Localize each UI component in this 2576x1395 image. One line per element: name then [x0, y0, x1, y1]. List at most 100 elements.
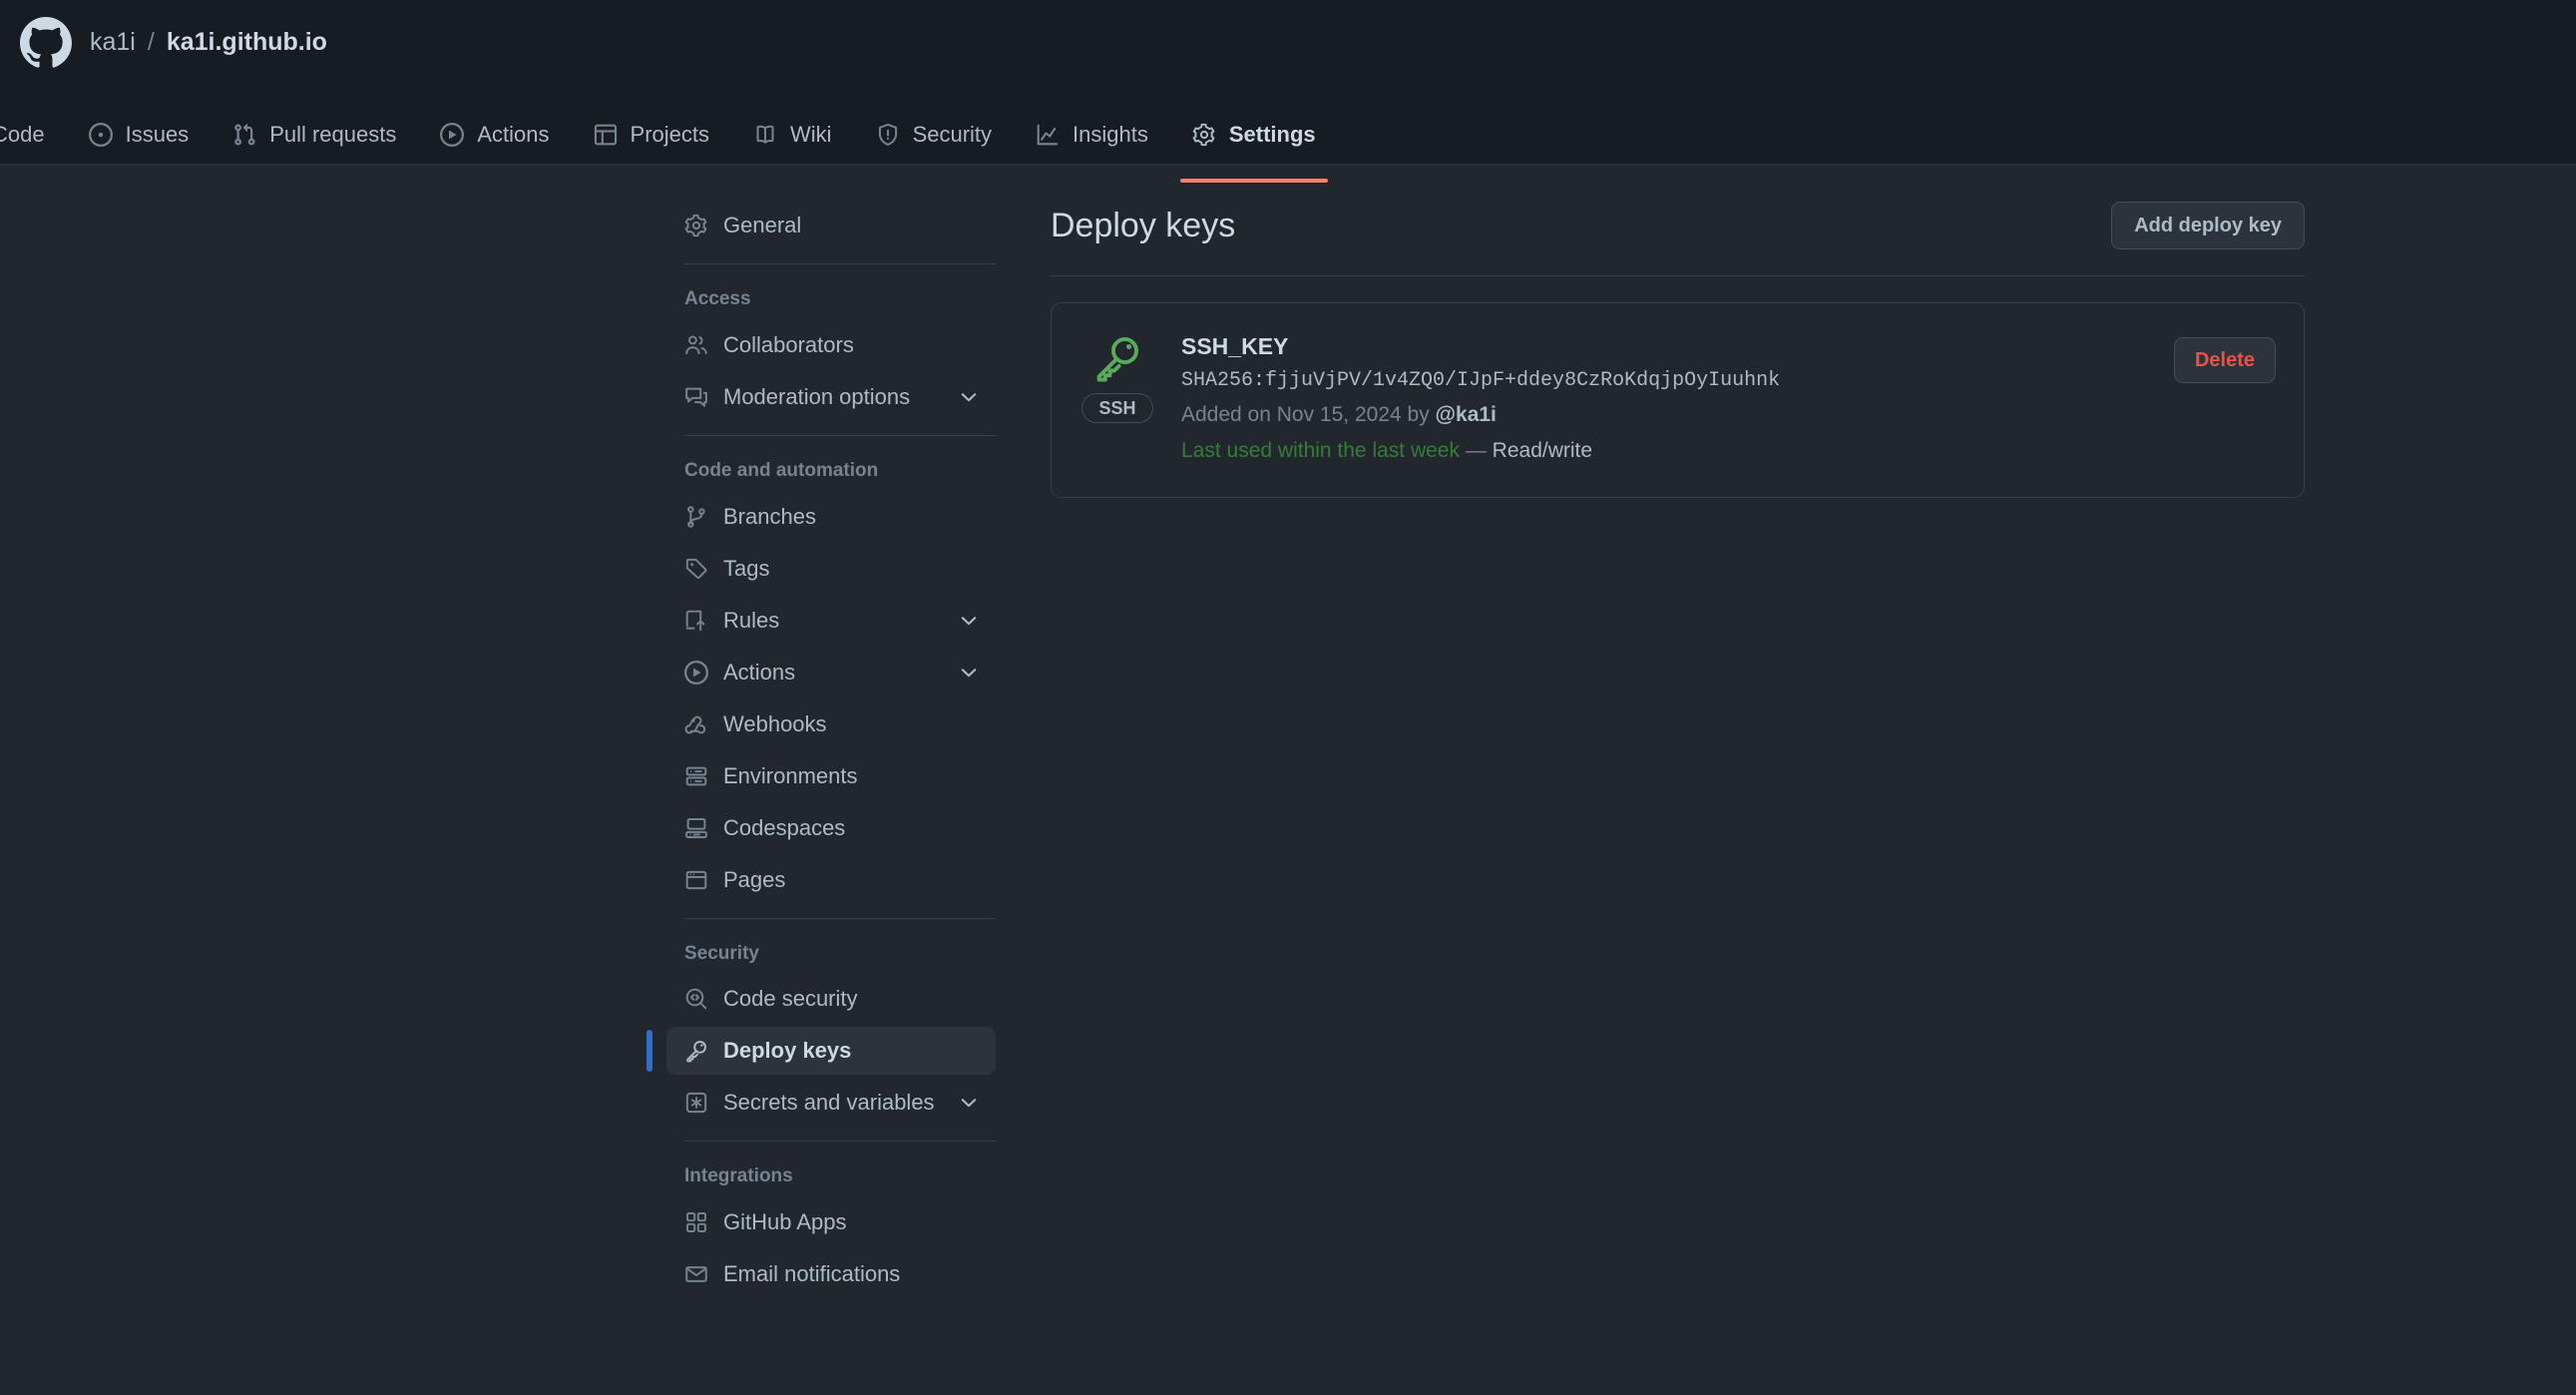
sidebar-item-github-apps-label: GitHub Apps — [723, 1209, 847, 1235]
deploy-key-added-meta: Added on Nov 15, 2024 by @ka1i — [1181, 399, 2148, 432]
deploy-key-last-used: Last used within the last week — [1181, 438, 1460, 462]
sidebar-item-secrets-and-variables-label: Secrets and variables — [723, 1090, 935, 1116]
breadcrumb-separator: / — [147, 28, 155, 56]
tab-security[interactable]: Security — [854, 104, 1014, 166]
sidebar-item-environments[interactable]: Environments — [666, 752, 996, 800]
sidebar-group-code-and-automation-title: Code and automation — [684, 459, 879, 481]
chevron-down-icon[interactable] — [958, 662, 980, 684]
sidebar-divider — [684, 917, 996, 919]
tab-actions[interactable]: Actions — [418, 104, 571, 166]
sidebar-item-email-notifications[interactable]: Email notifications — [666, 1250, 996, 1298]
tab-code[interactable]: Code — [0, 104, 67, 166]
webhook-icon — [684, 712, 708, 736]
sidebar-item-collaborators[interactable]: Collaborators — [666, 321, 996, 369]
add-deploy-key-button[interactable]: Add deploy key — [2111, 202, 2305, 249]
sidebar-item-tags[interactable]: Tags — [666, 545, 996, 593]
sidebar-item-deploy-keys-label: Deploy keys — [723, 1038, 852, 1064]
codespaces-icon — [684, 816, 708, 840]
repo-nav-tabs: Code Issues Pull requests Actions Projec — [0, 85, 2576, 183]
chevron-down-icon[interactable] — [958, 610, 980, 632]
table-icon — [594, 123, 618, 147]
sidebar-item-codespaces[interactable]: Codespaces — [666, 804, 996, 852]
app-header: ka1i / ka1i.github.io Code Issues Pull r… — [0, 0, 2576, 183]
tab-issues[interactable]: Issues — [67, 104, 212, 166]
key-icon — [1092, 333, 1142, 383]
deploy-key-actions: Delete — [2173, 329, 2276, 383]
sidebar-divider — [684, 263, 996, 264]
sidebar-item-tags-label: Tags — [723, 555, 770, 581]
sidebar-group-security-title: Security — [684, 942, 759, 964]
deploy-key-details: SSH_KEY SHA256:fjjuVjPV/1v4ZQ0/IJpF+ddey… — [1181, 329, 2148, 467]
deploy-key-added-text: Added on Nov 15, 2024 by — [1181, 403, 1436, 427]
tab-projects[interactable]: Projects — [572, 104, 731, 166]
play-icon — [684, 660, 708, 685]
sidebar-group-access: Access Collaborators Moderation options — [666, 278, 996, 421]
tab-settings[interactable]: Settings — [1170, 104, 1338, 183]
sidebar-item-github-apps[interactable]: GitHub Apps — [666, 1198, 996, 1246]
github-mark-icon[interactable] — [20, 16, 72, 69]
sidebar-item-branches-label: Branches — [723, 503, 816, 529]
sidebar-item-codespaces-label: Codespaces — [723, 814, 846, 840]
deploy-key-fingerprint: SHA256:fjjuVjPV/1v4ZQ0/IJpF+ddey8CzRoKdq… — [1181, 369, 1781, 393]
tab-pull-requests-label: Pull requests — [269, 122, 397, 147]
graph-icon — [1036, 123, 1060, 147]
settings-page: General Access Collaborators Moderation … — [0, 166, 2576, 1302]
tab-issues-label: Issues — [125, 122, 190, 147]
tab-code-label: Code — [0, 122, 45, 147]
content-header: Deploy keys Add deploy key — [1051, 202, 2305, 276]
tab-wiki[interactable]: Wiki — [731, 104, 854, 166]
book-icon — [753, 123, 777, 147]
deploy-key-permission: Read/write — [1492, 438, 1593, 462]
sidebar-item-actions[interactable]: Actions — [666, 649, 996, 697]
sidebar-item-webhooks[interactable]: Webhooks — [666, 700, 996, 748]
comment-discussion-icon — [684, 385, 708, 409]
tab-actions-label: Actions — [477, 122, 550, 147]
tab-security-label: Security — [912, 122, 993, 147]
sidebar-divider — [684, 1141, 996, 1143]
tab-pull-requests[interactable]: Pull requests — [211, 104, 418, 166]
sidebar-item-pages[interactable]: Pages — [666, 856, 996, 904]
deploy-key-status: Last used within the last week — Read/wr… — [1181, 435, 2148, 468]
sidebar-item-collaborators-label: Collaborators — [723, 331, 854, 357]
sidebar-item-rules-label: Rules — [723, 607, 780, 633]
deploy-key-added-actor[interactable]: @ka1i — [1436, 403, 1497, 426]
git-pull-request-icon — [232, 123, 256, 147]
sidebar-item-rules[interactable]: Rules — [666, 597, 996, 645]
page-title: Deploy keys — [1051, 206, 1236, 244]
ruleset-icon — [684, 609, 708, 633]
play-icon — [440, 123, 465, 147]
sidebar-item-code-security[interactable]: Code security — [666, 975, 996, 1023]
sidebar-item-branches[interactable]: Branches — [666, 493, 996, 541]
sidebar-group-integrations: Integrations GitHub Apps Email notificat… — [666, 1156, 996, 1298]
settings-sidebar: General Access Collaborators Moderation … — [646, 202, 1026, 1302]
deploy-keys-main: Deploy keys Add deploy key SSH SSH_KEY S… — [1026, 202, 2353, 1302]
repo-name-link[interactable]: ka1i.github.io — [167, 30, 327, 55]
tab-insights[interactable]: Insights — [1014, 104, 1170, 166]
breadcrumb: ka1i / ka1i.github.io — [90, 30, 327, 55]
sidebar-item-secrets-and-variables[interactable]: Secrets and variables — [666, 1079, 996, 1127]
chevron-down-icon[interactable] — [958, 1092, 980, 1114]
sidebar-item-general[interactable]: General — [666, 202, 996, 249]
deploy-key-title: SSH_KEY — [1181, 333, 1289, 359]
sidebar-item-pages-label: Pages — [723, 866, 786, 892]
tab-wiki-label: Wiki — [790, 122, 832, 147]
tag-icon — [684, 557, 708, 581]
sidebar-divider — [684, 434, 996, 436]
people-icon — [684, 333, 708, 357]
ssh-badge: SSH — [1081, 393, 1153, 423]
deploy-key-card: SSH SSH_KEY SHA256:fjjuVjPV/1v4ZQ0/IJpF+… — [1051, 302, 2305, 499]
sidebar-item-deploy-keys[interactable]: Deploy keys — [646, 1027, 996, 1076]
deploy-key-emblem: SSH — [1079, 329, 1155, 423]
browser-icon — [684, 868, 708, 892]
sidebar-group-integrations-title: Integrations — [684, 1165, 793, 1187]
header-divider — [0, 164, 2576, 166]
codescan-icon — [684, 987, 708, 1011]
sidebar-item-general-label: General — [723, 213, 802, 237]
gear-icon — [684, 214, 708, 237]
sidebar-item-moderation-options[interactable]: Moderation options — [666, 373, 996, 421]
delete-deploy-key-button[interactable]: Delete — [2173, 337, 2276, 383]
repo-owner-link[interactable]: ka1i — [90, 30, 136, 55]
mail-icon — [684, 1262, 708, 1286]
sidebar-item-webhooks-label: Webhooks — [723, 710, 827, 736]
chevron-down-icon[interactable] — [958, 386, 980, 408]
